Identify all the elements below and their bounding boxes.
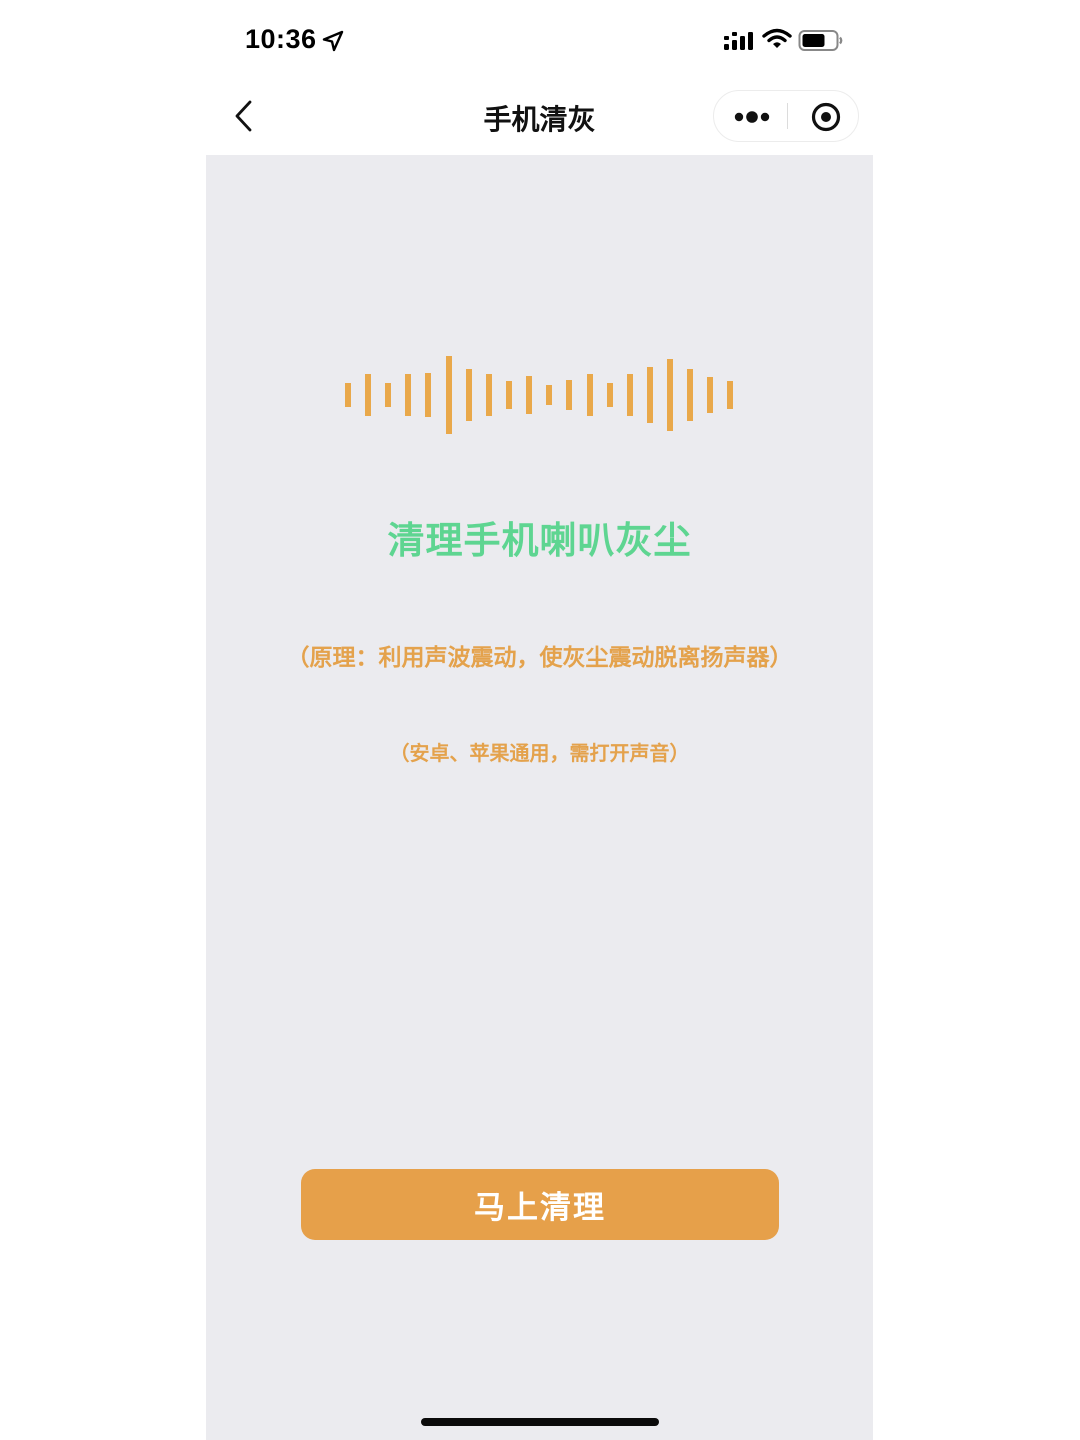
wave-bar: [607, 383, 613, 407]
mini-program-capsule: [713, 90, 859, 142]
wave-bar: [587, 374, 593, 416]
wave-bar: [687, 369, 693, 421]
wave-bar: [385, 383, 391, 407]
more-button[interactable]: [714, 91, 788, 141]
wave-bar: [405, 374, 411, 416]
headline: 清理手机喇叭灰尘: [387, 519, 692, 562]
cellular-signal-icon: [723, 30, 755, 56]
phone-screen: 10:36 手机清灰 清理手机喇叭灰尘 （原理：利用声波震动，使灰尘震动脱离扬声…: [206, 0, 873, 1440]
battery-icon: [798, 29, 844, 57]
wave-bar: [446, 356, 452, 434]
home-indicator: [421, 1418, 659, 1426]
more-dots-icon: [714, 111, 788, 145]
wave-bar: [546, 385, 552, 405]
close-target-icon: [788, 102, 860, 145]
wave-bar: [365, 374, 371, 416]
wave-bar: [627, 374, 633, 416]
clean-now-button[interactable]: 马上清理: [301, 1169, 779, 1240]
wave-bar: [566, 380, 572, 410]
principle-text: （原理：利用声波震动，使灰尘震动脱离扬声器）: [286, 645, 793, 671]
status-bar: 10:36: [206, 0, 873, 84]
sound-wave-icon: [345, 356, 733, 434]
compatibility-text: （安卓、苹果通用，需打开声音）: [389, 741, 690, 765]
wave-bar: [727, 381, 733, 409]
navigation-bar: 手机清灰: [206, 84, 873, 155]
wave-bar: [486, 374, 492, 416]
wave-bar: [506, 381, 512, 409]
close-button[interactable]: [788, 91, 860, 141]
wave-bar: [647, 367, 653, 423]
wifi-icon: [762, 28, 792, 54]
wave-bar: [345, 383, 351, 407]
location-arrow-icon: [322, 30, 344, 56]
wave-bar: [466, 369, 472, 421]
wave-bar: [667, 359, 673, 431]
wave-bar: [425, 373, 431, 417]
wave-bar: [526, 376, 532, 414]
wave-bar: [707, 377, 713, 413]
main-content: 清理手机喇叭灰尘 （原理：利用声波震动，使灰尘震动脱离扬声器） （安卓、苹果通用…: [206, 155, 873, 1440]
status-time: 10:36: [245, 24, 317, 54]
